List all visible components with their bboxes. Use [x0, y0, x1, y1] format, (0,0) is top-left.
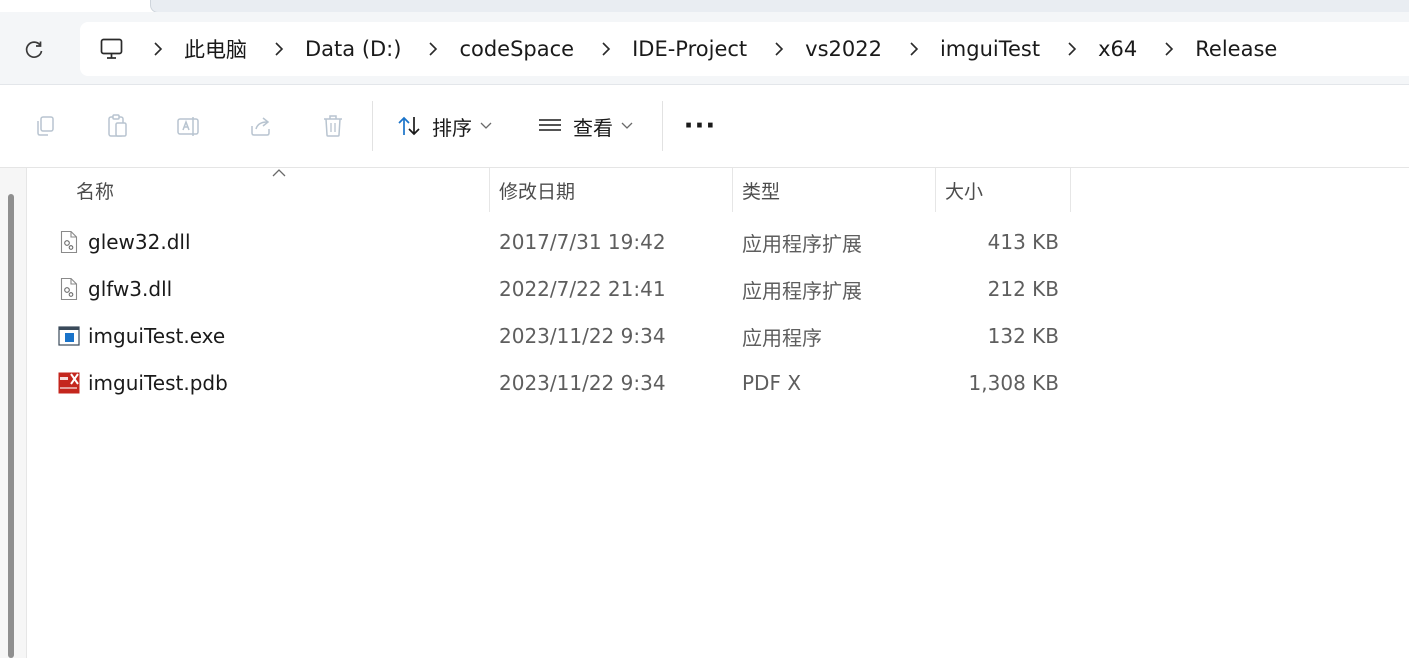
- file-date: 2023/11/22 9:34: [499, 371, 666, 395]
- table-row[interactable]: glfw3.dll 2022/7/22 21:41 应用程序扩展 212 KB: [30, 267, 1070, 311]
- dll-icon: [58, 277, 80, 301]
- file-name: imguiTest.pdb: [88, 371, 228, 395]
- column-divider[interactable]: [489, 168, 490, 212]
- breadcrumb-item[interactable]: vs2022: [805, 37, 882, 61]
- chevron-right-icon[interactable]: [769, 39, 789, 59]
- file-list-area: 名称 修改日期 类型 大小 glew32.dll 2017/7/31 19:42…: [0, 168, 1409, 658]
- file-type: 应用程序: [742, 325, 822, 350]
- table-row[interactable]: imguiTest.pdb 2023/11/22 9:34 PDF X 1,30…: [30, 361, 1070, 405]
- rename-icon: [177, 117, 199, 136]
- chevron-right-icon[interactable]: [904, 39, 924, 59]
- chevron-right-icon[interactable]: [1159, 39, 1179, 59]
- view-icon: [539, 119, 561, 131]
- delete-button[interactable]: [316, 109, 350, 143]
- paste-icon: [108, 114, 127, 137]
- share-icon: [251, 117, 270, 136]
- file-date: 2023/11/22 9:34: [499, 324, 666, 348]
- chevron-down-icon: [480, 122, 492, 130]
- chevron-right-icon[interactable]: [269, 39, 289, 59]
- chevron-right-icon[interactable]: [596, 39, 616, 59]
- more-options-button[interactable]: ···: [682, 111, 718, 141]
- file-type: 应用程序扩展: [742, 231, 862, 256]
- dll-icon: [58, 230, 80, 254]
- breadcrumb-item[interactable]: imguiTest: [940, 37, 1040, 61]
- file-name: glew32.dll: [88, 230, 191, 254]
- column-header-date[interactable]: 修改日期: [499, 168, 575, 212]
- file-name: glfw3.dll: [88, 277, 173, 301]
- breadcrumb-item[interactable]: x64: [1098, 37, 1137, 61]
- file-date: 2017/7/31 19:42: [499, 230, 666, 254]
- address-bar[interactable]: 此电脑 Data (D:) codeSpace IDE-Project vs20…: [80, 22, 1409, 76]
- copy-icon: [37, 116, 54, 136]
- column-divider[interactable]: [1070, 168, 1071, 212]
- refresh-icon: [25, 41, 43, 58]
- share-button[interactable]: [244, 109, 278, 143]
- paste-button[interactable]: [100, 109, 134, 143]
- refresh-button[interactable]: [18, 34, 50, 66]
- sort-ascending-icon: [271, 168, 287, 178]
- table-row[interactable]: glew32.dll 2017/7/31 19:42 应用程序扩展 413 KB: [30, 220, 1070, 264]
- pdf-icon: [58, 371, 80, 395]
- file-date: 2022/7/22 21:41: [499, 277, 666, 301]
- view-button[interactable]: 查看: [537, 107, 633, 145]
- breadcrumb-item[interactable]: Data (D:): [305, 37, 401, 61]
- delete-icon: [324, 115, 342, 137]
- column-header-size[interactable]: 大小: [945, 168, 983, 212]
- breadcrumb-item[interactable]: codeSpace: [459, 37, 574, 61]
- toolbar-divider: [372, 101, 373, 151]
- navigation-pane-edge: [0, 168, 27, 658]
- command-bar: 排序 查看 ···: [0, 85, 1409, 168]
- computer-icon[interactable]: [98, 35, 126, 63]
- chevron-right-icon[interactable]: [148, 39, 168, 59]
- sort-button[interactable]: 排序: [396, 107, 492, 145]
- column-divider[interactable]: [935, 168, 936, 212]
- breadcrumb-item[interactable]: Release: [1195, 37, 1277, 61]
- breadcrumb-item[interactable]: 此电脑: [184, 34, 247, 64]
- sort-label: 排序: [432, 115, 472, 140]
- file-size: 413 KB: [987, 230, 1059, 254]
- chevron-down-icon: [621, 122, 633, 130]
- column-header-type[interactable]: 类型: [742, 168, 780, 212]
- file-type: 应用程序扩展: [742, 278, 862, 303]
- column-divider[interactable]: [732, 168, 733, 212]
- scrollbar[interactable]: [8, 194, 14, 658]
- exe-icon: [58, 324, 80, 348]
- chevron-right-icon[interactable]: [423, 39, 443, 59]
- rename-button[interactable]: [172, 109, 206, 143]
- file-size: 1,308 KB: [968, 371, 1059, 395]
- view-label: 查看: [573, 115, 613, 140]
- toolbar-divider: [662, 101, 663, 151]
- chevron-right-icon[interactable]: [1062, 39, 1082, 59]
- table-row[interactable]: imguiTest.exe 2023/11/22 9:34 应用程序 132 K…: [30, 314, 1070, 358]
- file-size: 212 KB: [987, 277, 1059, 301]
- file-size: 132 KB: [987, 324, 1059, 348]
- address-row: 此电脑 Data (D:) codeSpace IDE-Project vs20…: [0, 12, 1409, 85]
- breadcrumb-item[interactable]: IDE-Project: [632, 37, 747, 61]
- column-header-name[interactable]: 名称: [76, 168, 114, 212]
- file-name: imguiTest.exe: [88, 324, 226, 348]
- file-type: PDF X: [742, 371, 802, 395]
- sort-icon: [398, 116, 420, 136]
- copy-button[interactable]: [28, 109, 62, 143]
